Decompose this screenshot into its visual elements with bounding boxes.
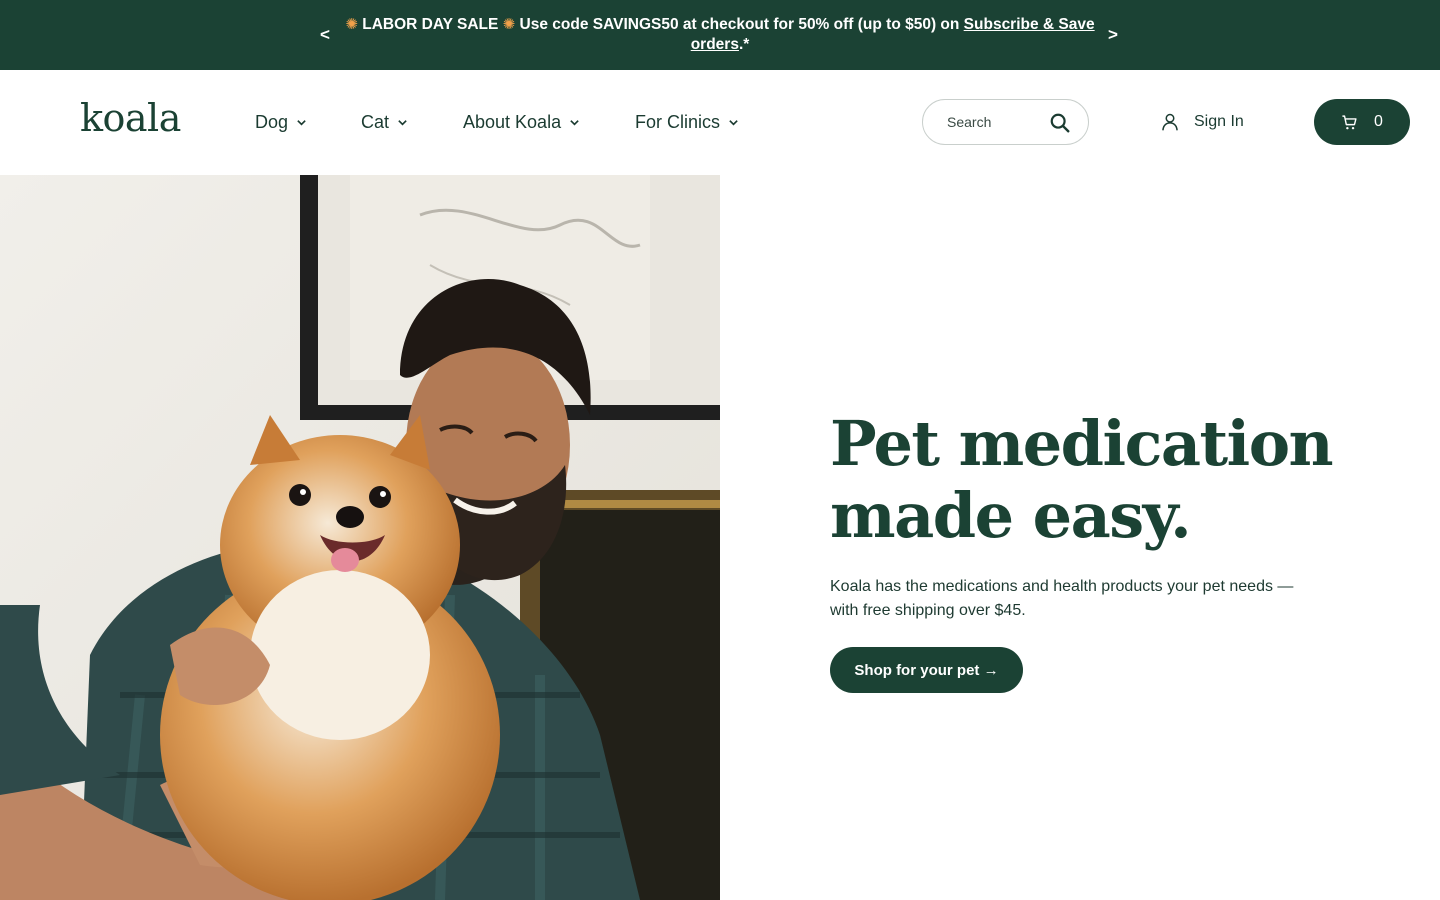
- site-header: koala Dog Cat About Koala For Clinics Se…: [0, 70, 1440, 175]
- user-icon: [1162, 113, 1178, 131]
- hero-title: Pet medication made easy.: [830, 408, 1390, 552]
- hero-title-line-2: made easy.: [830, 479, 1192, 552]
- nav-for-clinics[interactable]: For Clinics: [635, 112, 739, 133]
- sign-in-label: Sign In: [1194, 113, 1244, 130]
- promo-prev-arrow[interactable]: <: [320, 25, 330, 45]
- nav-about-label: About Koala: [463, 112, 562, 132]
- hero-subtitle: Koala has the medications and health pro…: [830, 578, 1294, 619]
- search-input[interactable]: [947, 114, 1042, 130]
- koala-logo[interactable]: koala: [80, 96, 181, 140]
- nav-clinics-label: For Clinics: [635, 112, 721, 132]
- chevron-down-icon: [297, 120, 306, 126]
- cart-count: 0: [1374, 113, 1383, 130]
- firework-icon: ✺: [502, 16, 516, 33]
- nav-about-koala[interactable]: About Koala: [463, 112, 580, 133]
- search-box: [922, 99, 1089, 145]
- firework-icon: ✺: [345, 16, 358, 33]
- hero-image: [0, 175, 720, 900]
- hero-photo-illustration: [0, 175, 720, 900]
- promo-code-text: Use code SAVINGS50 at checkout for 50% o…: [515, 16, 964, 33]
- promo-next-arrow[interactable]: >: [1108, 25, 1118, 45]
- promo-footnote: .*: [738, 36, 750, 53]
- chevron-down-icon: [570, 120, 579, 126]
- sign-in-link[interactable]: Sign In: [1160, 112, 1244, 132]
- hero-title-line-1: Pet medication: [830, 407, 1334, 480]
- nav-cat[interactable]: Cat: [361, 112, 408, 133]
- cart-icon: [1342, 114, 1357, 129]
- cart-button[interactable]: 0: [1314, 99, 1410, 145]
- chevron-down-icon: [398, 120, 407, 126]
- shop-for-your-pet-button[interactable]: Shop for your pet →: [830, 647, 1023, 693]
- nav-dog[interactable]: Dog: [255, 112, 307, 133]
- promo-message: ✺ LABOR DAY SALE ✺ Use code SAVINGS50 at…: [340, 15, 1100, 55]
- chevron-down-icon: [729, 120, 738, 126]
- nav-dog-label: Dog: [255, 112, 289, 132]
- promo-sale-label: LABOR DAY SALE: [357, 16, 503, 33]
- nav-cat-label: Cat: [361, 112, 390, 132]
- search-icon[interactable]: [1049, 112, 1071, 134]
- promo-banner: < ✺ LABOR DAY SALE ✺ Use code SAVINGS50 …: [0, 0, 1440, 70]
